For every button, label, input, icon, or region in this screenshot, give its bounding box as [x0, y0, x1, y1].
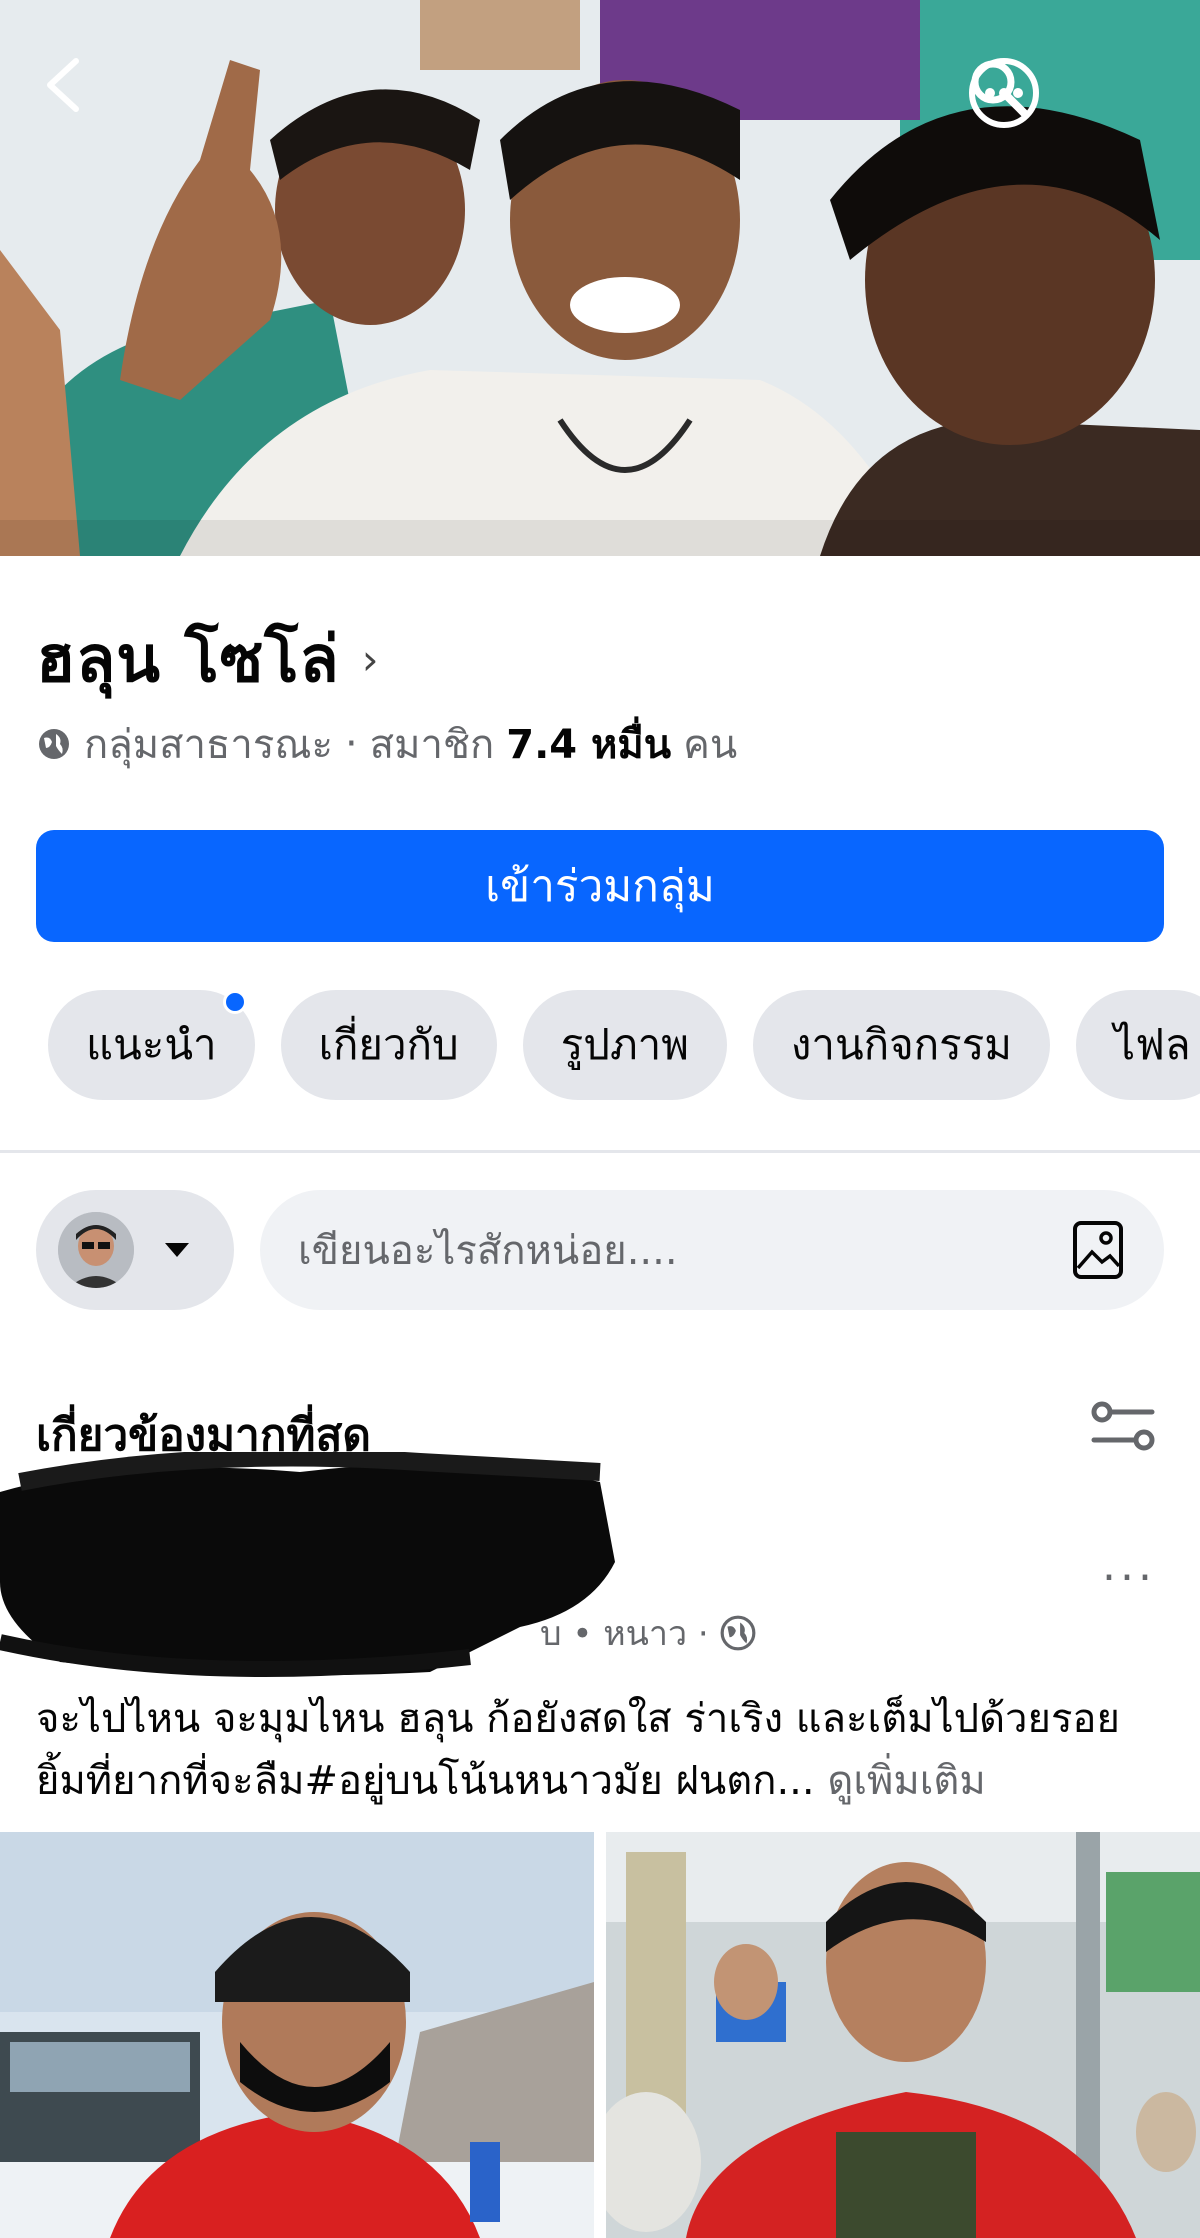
group-title[interactable]: ฮลุน โซโล่ › — [36, 608, 379, 710]
meta-separator: · — [344, 721, 358, 767]
group-name: ฮลุน โซโล่ — [36, 623, 340, 697]
tab-label: ไฟล — [1113, 1020, 1191, 1069]
group-meta: กลุ่มสาธารณะ · สมาชิก 7.4 หมื่น คน — [36, 712, 737, 776]
tab-about[interactable]: เกี่ยวกับ — [280, 990, 497, 1100]
tab-photos[interactable]: รูปภาพ — [522, 990, 727, 1100]
post-meta: บ • หนาว · — [540, 1606, 757, 1660]
divider — [0, 1150, 1200, 1153]
filter-button[interactable] — [1088, 1396, 1158, 1456]
cover-photo[interactable] — [0, 0, 1200, 556]
group-tabs: แนะนำ เกี่ยวกับ รูปภาพ งานกิจกรรม ไฟล — [48, 990, 1200, 1100]
tab-files[interactable]: ไฟล — [1075, 990, 1200, 1100]
redacted-author-block — [0, 1452, 615, 1677]
post-text: จะไปไหน จะมุมไหน ฮลุน ก้อยังสดใส ร่าเริง… — [36, 1688, 1166, 1812]
post-more-button[interactable]: ... — [1102, 1540, 1156, 1591]
post-photos — [0, 1832, 1200, 2238]
avatar — [58, 1212, 134, 1288]
members-unit: คน — [683, 722, 738, 768]
globe-icon — [720, 1615, 756, 1651]
more-circle-icon — [969, 58, 1039, 128]
back-button[interactable] — [40, 55, 104, 119]
composer-input[interactable]: เขียนอะไรสักหน่อย.... — [260, 1190, 1164, 1310]
filter-icon — [1091, 1401, 1155, 1451]
join-group-button[interactable]: เข้าร่วมกลุ่ม — [36, 830, 1164, 942]
notification-dot — [222, 990, 247, 1014]
members-label: สมาชิก — [369, 722, 495, 768]
tab-events[interactable]: งานกิจกรรม — [752, 990, 1050, 1100]
tab-label: เกี่ยวกับ — [318, 1020, 459, 1069]
chevron-right-icon: › — [361, 634, 379, 684]
post-photo[interactable] — [606, 1832, 1200, 2238]
photo-icon[interactable] — [1072, 1220, 1124, 1280]
chevron-left-icon — [47, 58, 79, 112]
tab-featured[interactable]: แนะนำ — [48, 990, 255, 1100]
post-as-selector[interactable] — [36, 1190, 234, 1310]
tab-label: แนะนำ — [86, 1020, 217, 1069]
composer-placeholder: เขียนอะไรสักหน่อย.... — [298, 1228, 678, 1274]
tab-label: งานกิจกรรม — [790, 1020, 1012, 1069]
globe-icon — [39, 729, 69, 759]
caret-down-icon — [165, 1243, 189, 1257]
members-count: 7.4 หมื่น — [506, 722, 672, 768]
group-privacy: กลุ่มสาธารณะ — [84, 722, 333, 768]
tab-label: รูปภาพ — [560, 1020, 689, 1069]
post-photo[interactable] — [0, 1832, 594, 2238]
more-options-button[interactable] — [969, 55, 1160, 131]
post-meta-text: บ • หนาว · — [540, 1614, 709, 1654]
see-more-link[interactable]: ดูเพิ่มเติม — [827, 1758, 985, 1804]
